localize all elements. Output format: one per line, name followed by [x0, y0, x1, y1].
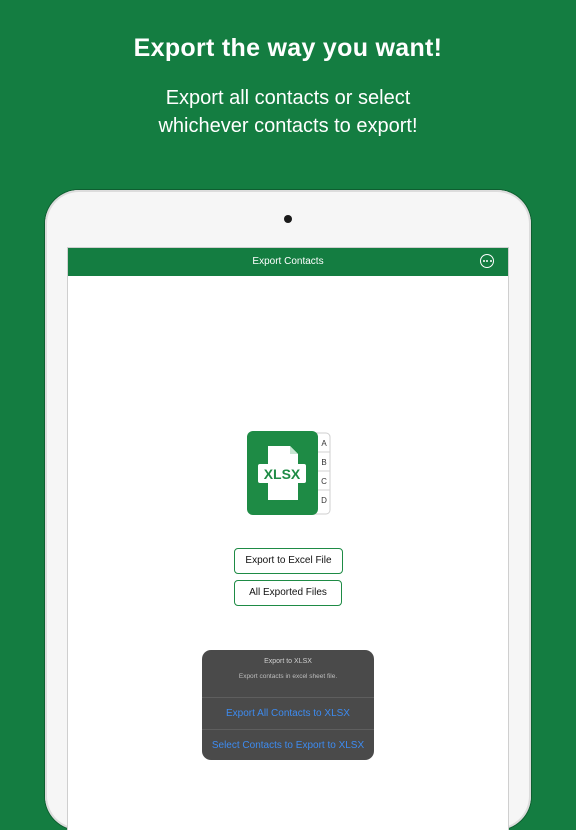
promo-subtitle-line-2: whichever contacts to export!	[158, 115, 418, 137]
dot	[482, 260, 485, 262]
xlsx-label: XLSX	[264, 466, 301, 482]
dot	[489, 260, 492, 262]
tab-letter-b: B	[321, 458, 326, 467]
camera-dot	[284, 215, 292, 223]
export-to-excel-button[interactable]: Export to Excel File	[234, 548, 343, 574]
export-all-contacts-action[interactable]: Export All Contacts to XLSX	[202, 698, 374, 729]
select-contacts-action[interactable]: Select Contacts to Export to XLSX	[202, 729, 374, 760]
app-screen: Export Contacts A B C D XLSX Export to E…	[68, 248, 508, 830]
ellipsis-circle-icon[interactable]	[480, 254, 494, 268]
nav-title: Export Contacts	[252, 256, 324, 267]
all-exported-files-button[interactable]: All Exported Files	[234, 580, 342, 606]
promo-subtitle-line-1: Export all contacts or select	[165, 87, 411, 109]
tab-letter-d: D	[321, 496, 327, 505]
dot	[486, 260, 488, 262]
promo-headline: Export the way you want!	[133, 34, 443, 62]
promo-subtitle: Export all contacts or select whichever …	[88, 84, 488, 140]
action-sheet-title: Export to XLSX	[264, 658, 312, 665]
tablet-frame: Export Contacts A B C D XLSX Export to E…	[45, 190, 531, 830]
tab-letter-a: A	[321, 439, 327, 448]
navigation-bar: Export Contacts	[68, 248, 508, 276]
action-sheet-message: Export contacts in excel sheet file.	[238, 673, 338, 680]
xlsx-contacts-icon: A B C D XLSX	[247, 431, 331, 515]
action-sheet-header: Export to XLSX Export contacts in excel …	[202, 650, 374, 698]
tab-letter-c: C	[321, 477, 327, 486]
export-action-sheet: Export to XLSX Export contacts in excel …	[202, 650, 374, 760]
